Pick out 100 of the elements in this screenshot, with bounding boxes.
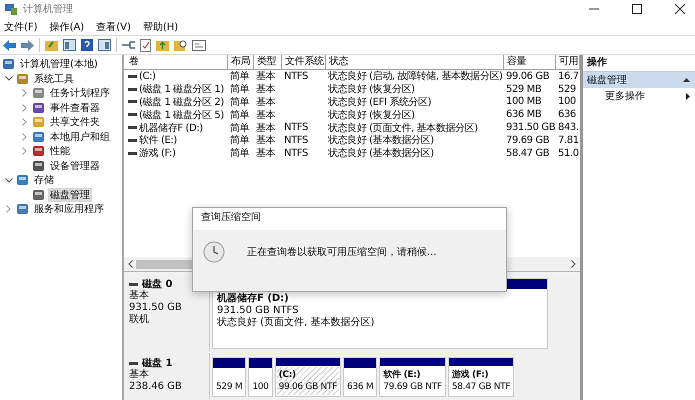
table-cell: NTFS <box>284 134 308 146</box>
help-icon[interactable] <box>81 39 93 51</box>
partition-size: 636 M <box>347 381 374 393</box>
table-cell-text: (磁盘 1 磁盘分区 2) <box>139 96 224 109</box>
close-icon[interactable] <box>675 4 685 14</box>
table-cell-text: 简单 <box>230 146 250 160</box>
table-cell: 51.0 <box>558 148 579 159</box>
menu-item[interactable]: 文件(F) <box>4 20 38 34</box>
collapse-caret-icon[interactable] <box>683 78 690 82</box>
menu-item[interactable]: 操作(A) <box>50 20 84 34</box>
tree-item[interactable]: 存储 <box>32 173 56 188</box>
table-cell: 843. <box>558 122 579 134</box>
partition-header-bar <box>276 358 340 366</box>
chevron-right-icon[interactable] <box>22 104 27 112</box>
table-cell-text: 简单 <box>230 122 250 134</box>
chevron-down-icon[interactable] <box>4 76 12 82</box>
action-link[interactable]: 更多操作 <box>605 89 645 103</box>
disk-size: 931.50 GB <box>129 302 183 314</box>
tree-item[interactable]: 系统工具 <box>32 72 76 86</box>
maximize-icon[interactable] <box>632 4 642 14</box>
column-header[interactable]: 可用 <box>556 55 580 69</box>
dialog-message: 正在查询卷以获取可用压缩空间，请稍候... <box>247 246 437 258</box>
partition-size: 529 M <box>216 381 242 393</box>
panel-icon[interactable] <box>98 39 111 51</box>
back-arrow-icon[interactable] <box>3 40 16 50</box>
table-cell-text: 基本 <box>256 146 276 160</box>
chevron-down-icon[interactable] <box>4 178 12 183</box>
table-cell: 931.50 GB <box>506 122 556 134</box>
chevron-right-icon[interactable] <box>22 147 27 156</box>
scroll-left-icon[interactable] <box>128 260 133 268</box>
panel-icon[interactable] <box>63 39 76 51</box>
tree-item[interactable]: 共享文件夹 <box>48 115 102 130</box>
checklist-icon[interactable] <box>140 38 151 52</box>
table-cell-text: 游戏 (F:) <box>139 146 176 160</box>
table-cell: NTFS <box>284 122 308 134</box>
actions-section[interactable]: 磁盘管理 <box>583 72 695 88</box>
table-cell-text: 基本 <box>256 82 276 96</box>
table-cell-text: 基本 <box>256 134 276 148</box>
table-cell: NTFS <box>284 148 308 159</box>
partition-header-bar <box>249 358 272 368</box>
partition-block[interactable]: 100 <box>248 357 273 397</box>
table-cell: 58.47 GB <box>506 148 550 159</box>
partition-size: 100 <box>252 381 269 393</box>
partition-status: 状态良好 (页面文件, 基本数据分区) <box>217 317 376 329</box>
table-cell: 100 <box>558 96 576 108</box>
partition-header-bar <box>380 358 445 366</box>
tree-item[interactable]: 本地用户和组 <box>48 130 112 144</box>
partition-name: (C:) <box>278 369 297 381</box>
partition-name: 游戏 (F:) <box>452 369 490 381</box>
tree-item[interactable]: 任务计划程序 <box>48 86 112 100</box>
connector-icon[interactable] <box>122 40 135 50</box>
scroll-right-icon[interactable] <box>571 260 576 268</box>
table-cell-text: 状态良好 (恢复分区) <box>328 82 415 96</box>
column-header[interactable]: 卷 <box>126 55 228 69</box>
tree-item[interactable]: 设备管理器 <box>48 158 102 173</box>
table-cell-text: 基本 <box>256 96 276 109</box>
column-header[interactable]: 文件系统 <box>282 55 326 69</box>
table-cell-text: 状态良好 (基本数据分区) <box>328 134 434 148</box>
menu-item[interactable]: 帮助(H) <box>142 20 178 34</box>
dialog-title: 查询压缩空间 <box>193 208 506 230</box>
chevron-right-icon[interactable] <box>6 205 11 214</box>
disk-name: 磁盘 0 <box>142 278 172 290</box>
chevron-right-icon[interactable] <box>22 118 27 126</box>
forward-arrow-icon[interactable] <box>21 40 34 50</box>
chevron-right-icon[interactable] <box>22 89 27 98</box>
tree-item[interactable]: 性能 <box>48 144 72 158</box>
partition-name: 机器储存F (D:) <box>217 293 290 305</box>
tree-item[interactable]: 服务和应用程序 <box>32 202 106 216</box>
table-cell: NTFS <box>284 70 308 82</box>
table-cell-text: 软件 (E:) <box>139 134 177 148</box>
table-cell: 636 MB <box>506 109 542 120</box>
table-cell: 7.81 <box>558 134 579 146</box>
table-cell: 16.7 <box>558 70 579 82</box>
search-icon[interactable] <box>174 39 187 51</box>
table-cell-text: (磁盘 1 磁盘分区 5) <box>139 108 224 122</box>
partition-block[interactable]: 529 M <box>212 357 246 397</box>
table-cell-text: 状态良好 (EFI 系统分区) <box>328 96 432 109</box>
partition-block[interactable]: 636 M <box>343 357 378 397</box>
column-header[interactable]: 状态 <box>326 55 504 69</box>
volume-icon <box>128 74 137 78</box>
column-header[interactable]: 布局 <box>228 55 254 69</box>
table-cell-text: 简单 <box>230 96 250 109</box>
tree-item[interactable]: 磁盘管理 <box>48 188 92 202</box>
partition-block[interactable]: (C:) 99.06 GB NTF <box>274 357 342 397</box>
table-cell-text: 简单 <box>230 108 250 122</box>
tree-item[interactable]: 计算机管理(本地) <box>18 57 100 72</box>
window-title: 计算机管理 <box>23 2 73 16</box>
menu-item[interactable]: 查看(V) <box>96 20 131 34</box>
table-cell: 79.69 GB <box>506 134 550 146</box>
partition-header-bar <box>448 358 514 366</box>
column-header[interactable]: 类型 <box>254 55 282 69</box>
partition-block[interactable]: 软件 (E:) 79.69 GB NTF <box>379 357 446 397</box>
partition-block[interactable]: 游戏 (F:) 58.47 GB NTF <box>448 357 514 397</box>
partition-size: 58.47 GB NTF <box>452 381 510 393</box>
chevron-right-icon[interactable] <box>22 132 27 141</box>
window-icon[interactable] <box>192 40 206 50</box>
table-cell-text: 基本 <box>256 122 276 134</box>
tree-item[interactable]: 事件查看器 <box>48 100 102 115</box>
column-header[interactable]: 容量 <box>504 55 556 69</box>
disk-name: 磁盘 1 <box>142 356 172 369</box>
